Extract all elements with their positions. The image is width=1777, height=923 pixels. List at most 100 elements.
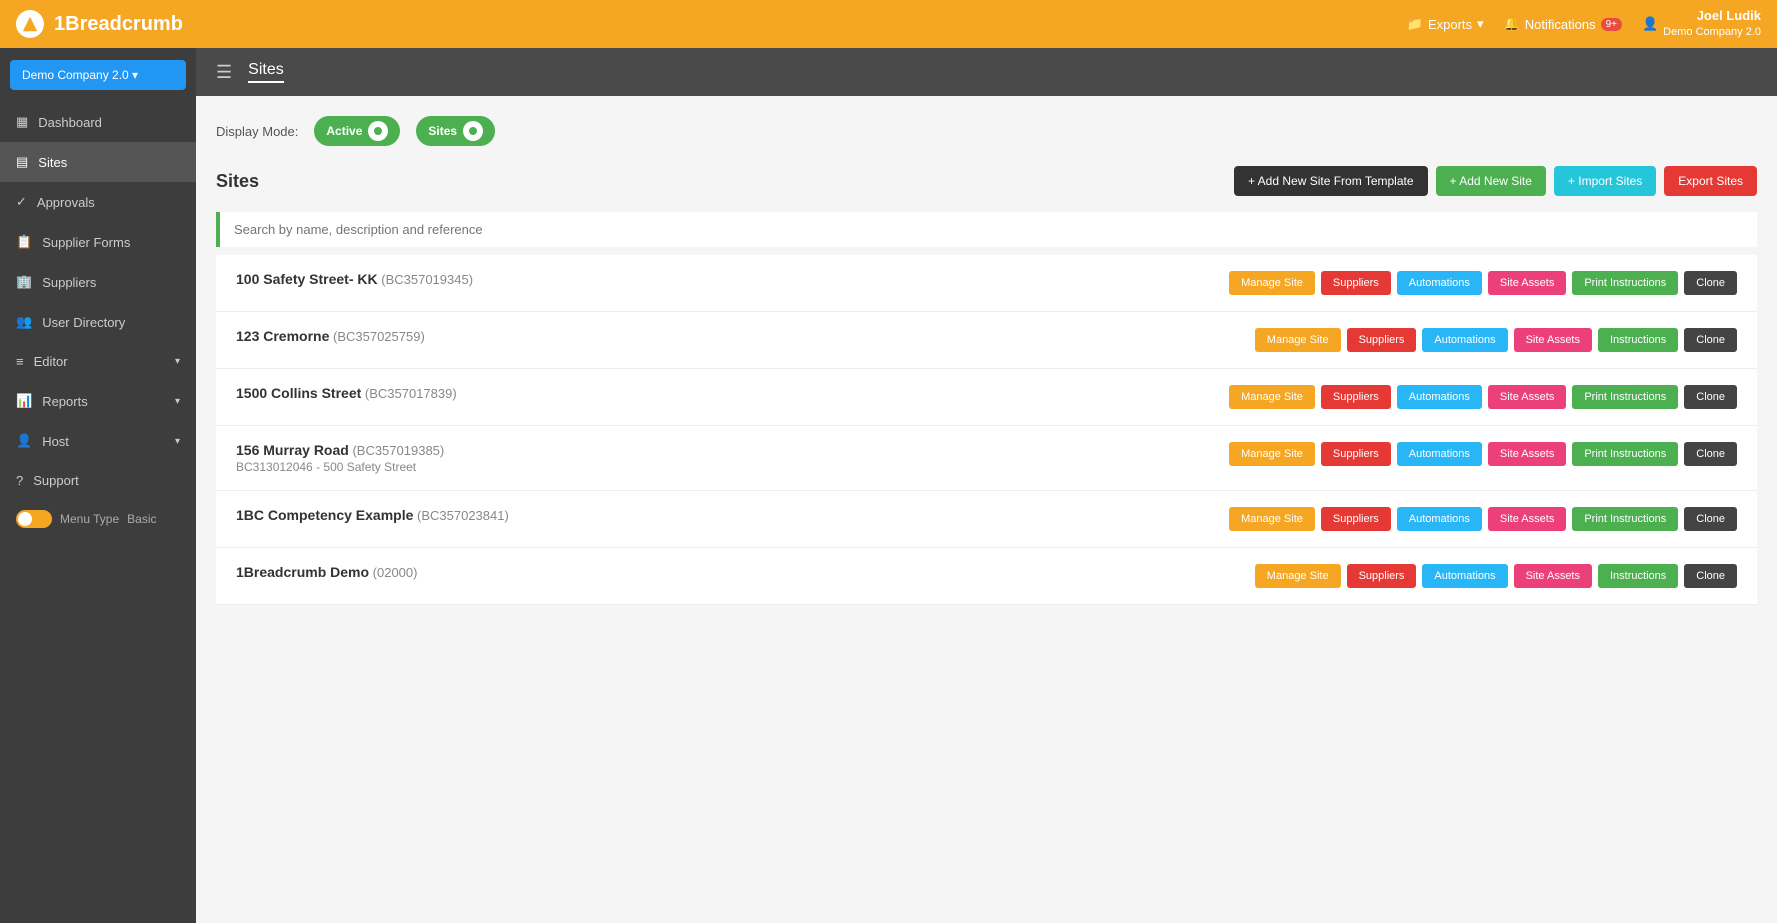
- sidebar-item-supplier-forms[interactable]: 📋 Supplier Forms: [0, 222, 196, 262]
- instructions-button[interactable]: Instructions: [1598, 328, 1678, 352]
- sidebar-item-user-directory[interactable]: 👥 User Directory: [0, 302, 196, 342]
- automations-button[interactable]: Automations: [1397, 271, 1482, 295]
- site-code: (BC357017839): [361, 386, 456, 401]
- import-sites-button[interactable]: + Import Sites: [1554, 166, 1656, 196]
- instructions-button[interactable]: Instructions: [1598, 564, 1678, 588]
- sidebar-item-suppliers[interactable]: 🏢 Suppliers: [0, 262, 196, 302]
- site-item-top: 123 Cremorne (BC357025759) Manage SiteSup…: [236, 328, 1737, 352]
- automations-button[interactable]: Automations: [1422, 564, 1507, 588]
- sidebar-item-dashboard[interactable]: ▦ Dashboard: [0, 102, 196, 142]
- site-actions: Manage SiteSuppliersAutomationsSite Asse…: [1229, 442, 1737, 466]
- site-assets-button[interactable]: Site Assets: [1488, 271, 1566, 295]
- clone-button[interactable]: Clone: [1684, 328, 1737, 352]
- company-selector[interactable]: Demo Company 2.0 ▾: [10, 60, 186, 90]
- site-actions: Manage SiteSuppliersAutomationsSite Asse…: [1229, 507, 1737, 531]
- manage-site-button[interactable]: Manage Site: [1229, 385, 1315, 409]
- manage-site-button[interactable]: Manage Site: [1229, 507, 1315, 531]
- sidebar-item-reports[interactable]: 📊 Reports ▾: [0, 381, 196, 421]
- sidebar-item-sites[interactable]: ▤ Sites: [0, 142, 196, 182]
- menu-type-toggle[interactable]: [16, 510, 52, 528]
- clone-button[interactable]: Clone: [1684, 385, 1737, 409]
- notification-badge: 9+: [1601, 18, 1622, 31]
- sidebar-label-reports: Reports: [42, 394, 88, 409]
- export-sites-button[interactable]: Export Sites: [1664, 166, 1757, 196]
- user-name: Joel Ludik: [1663, 8, 1761, 25]
- sidebar-label-sites: Sites: [38, 155, 67, 170]
- suppliers-button[interactable]: Suppliers: [1321, 385, 1391, 409]
- suppliers-button[interactable]: Suppliers: [1347, 564, 1417, 588]
- site-assets-button[interactable]: Site Assets: [1514, 328, 1592, 352]
- clone-button[interactable]: Clone: [1684, 564, 1737, 588]
- site-item: 1500 Collins Street (BC357017839) Manage …: [216, 369, 1757, 426]
- site-assets-button[interactable]: Site Assets: [1514, 564, 1592, 588]
- sites-toggle-label: Sites: [428, 124, 457, 138]
- display-mode-label: Display Mode:: [216, 124, 298, 139]
- print-instructions-button[interactable]: Print Instructions: [1572, 442, 1678, 466]
- manage-site-button[interactable]: Manage Site: [1229, 442, 1315, 466]
- notifications-button[interactable]: 🔔 Notifications 9+: [1504, 16, 1622, 32]
- user-profile[interactable]: 👤 Joel Ludik Demo Company 2.0: [1642, 8, 1761, 39]
- site-assets-button[interactable]: Site Assets: [1488, 507, 1566, 531]
- sidebar-item-host[interactable]: 👤 Host ▾: [0, 421, 196, 461]
- sites-toggle-circle: [463, 121, 483, 141]
- automations-button[interactable]: Automations: [1422, 328, 1507, 352]
- notifications-label: Notifications: [1525, 17, 1596, 32]
- site-name-block: 156 Murray Road (BC357019385)BC313012046…: [236, 442, 444, 474]
- add-new-site-button[interactable]: + Add New Site: [1436, 166, 1546, 196]
- sites-page-title: Sites: [216, 171, 259, 192]
- automations-button[interactable]: Automations: [1397, 507, 1482, 531]
- clone-button[interactable]: Clone: [1684, 507, 1737, 531]
- add-from-template-button[interactable]: + Add New Site From Template: [1234, 166, 1428, 196]
- sidebar-item-approvals[interactable]: ✓ Approvals: [0, 182, 196, 222]
- search-input[interactable]: [216, 212, 1757, 247]
- menu-type-row: Menu Type Basic: [0, 500, 196, 538]
- sites-icon: ▤: [16, 154, 28, 170]
- suppliers-icon: 🏢: [16, 274, 32, 290]
- manage-site-button[interactable]: Manage Site: [1229, 271, 1315, 295]
- active-toggle[interactable]: Active: [314, 116, 400, 146]
- dashboard-icon: ▦: [16, 114, 28, 130]
- hamburger-icon[interactable]: ☰: [216, 62, 232, 83]
- site-item-top: 1500 Collins Street (BC357017839) Manage …: [236, 385, 1737, 409]
- page-content: Display Mode: Active Sites Sites: [196, 96, 1777, 923]
- automations-button[interactable]: Automations: [1397, 385, 1482, 409]
- user-company: Demo Company 2.0: [1663, 25, 1761, 39]
- site-name-block: 100 Safety Street- KK (BC357019345): [236, 271, 473, 287]
- sidebar-item-support[interactable]: ? Support: [0, 461, 196, 500]
- manage-site-button[interactable]: Manage Site: [1255, 328, 1341, 352]
- user-icon: 👤: [1642, 16, 1658, 32]
- active-toggle-circle: [368, 121, 388, 141]
- site-assets-button[interactable]: Site Assets: [1488, 385, 1566, 409]
- suppliers-button[interactable]: Suppliers: [1321, 507, 1391, 531]
- manage-site-button[interactable]: Manage Site: [1255, 564, 1341, 588]
- sites-toggle[interactable]: Sites: [416, 116, 495, 146]
- sidebar-label-approvals: Approvals: [37, 195, 95, 210]
- site-name: 1500 Collins Street: [236, 385, 361, 401]
- active-toggle-label: Active: [326, 124, 362, 138]
- sidebar-item-editor[interactable]: ≡ Editor ▾: [0, 342, 196, 381]
- site-assets-button[interactable]: Site Assets: [1488, 442, 1566, 466]
- suppliers-button[interactable]: Suppliers: [1321, 271, 1391, 295]
- site-code: (BC357019345): [378, 272, 473, 287]
- site-item: 1BC Competency Example (BC357023841)Mana…: [216, 491, 1757, 548]
- host-icon: 👤: [16, 433, 32, 449]
- automations-button[interactable]: Automations: [1397, 442, 1482, 466]
- clone-button[interactable]: Clone: [1684, 271, 1737, 295]
- exports-button[interactable]: 📁 Exports ▾: [1407, 16, 1484, 32]
- site-name-block: 1500 Collins Street (BC357017839): [236, 385, 457, 401]
- site-actions: Manage SiteSuppliersAutomations Site Asse…: [1255, 328, 1737, 352]
- sidebar-nav: ▦ Dashboard ▤ Sites ✓ Approvals 📋 Suppli…: [0, 102, 196, 500]
- print-instructions-button[interactable]: Print Instructions: [1572, 385, 1678, 409]
- suppliers-button[interactable]: Suppliers: [1321, 442, 1391, 466]
- suppliers-button[interactable]: Suppliers: [1347, 328, 1417, 352]
- site-code: (BC357025759): [329, 329, 424, 344]
- print-instructions-button[interactable]: Print Instructions: [1572, 507, 1678, 531]
- site-name: 123 Cremorne: [236, 328, 329, 344]
- site-name: 1BC Competency Example: [236, 507, 413, 523]
- sidebar-label-support: Support: [33, 473, 79, 488]
- clone-button[interactable]: Clone: [1684, 442, 1737, 466]
- app-title: 1Breadcrumb: [54, 13, 183, 36]
- menu-type-value: Basic: [127, 512, 156, 526]
- export-icon: 📁: [1407, 16, 1423, 32]
- print-instructions-button[interactable]: Print Instructions: [1572, 271, 1678, 295]
